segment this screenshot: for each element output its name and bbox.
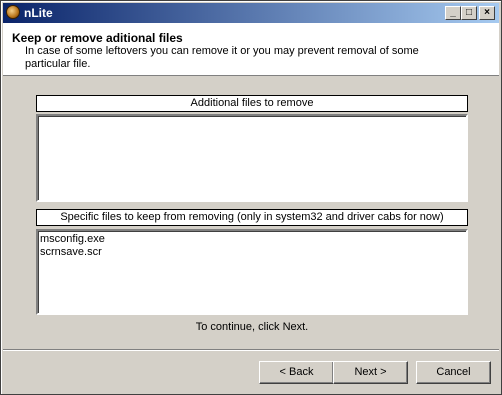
continue-instruction: To continue, click Next.	[195, 321, 309, 333]
page-header: Keep or remove aditional files In case o…	[3, 23, 499, 76]
minimize-button[interactable]: _	[445, 6, 461, 20]
cancel-button[interactable]: Cancel	[416, 361, 491, 384]
remove-files-list[interactable]	[36, 114, 468, 202]
next-button[interactable]: Next >	[333, 361, 408, 384]
title-bar[interactable]: nLite _ □ ×	[3, 3, 499, 23]
list-item[interactable]: msconfig.exe	[38, 233, 466, 246]
remove-files-label: Additional files to remove	[36, 95, 468, 112]
list-item[interactable]: scrnsave.scr	[38, 246, 466, 259]
nlite-app-icon	[6, 5, 20, 19]
maximize-icon: □	[465, 7, 473, 18]
close-icon: ×	[484, 7, 490, 18]
keep-files-list[interactable]: msconfig.exe scrnsave.scr	[36, 229, 468, 315]
window-title: nLite	[24, 6, 53, 20]
footer-divider	[3, 349, 499, 351]
back-button[interactable]: < Back	[259, 361, 334, 384]
minimize-icon: _	[450, 7, 456, 18]
page-title: Keep or remove aditional files	[12, 31, 183, 45]
close-button[interactable]: ×	[479, 6, 495, 20]
keep-files-label: Specific files to keep from removing (on…	[36, 209, 468, 226]
nlite-window: nLite _ □ × Keep or remove aditional fil…	[0, 0, 502, 395]
page-description: In case of some leftovers you can remove…	[25, 45, 419, 70]
maximize-button[interactable]: □	[461, 6, 477, 20]
